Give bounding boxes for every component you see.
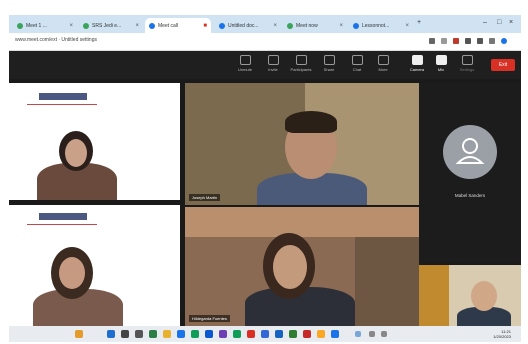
share-screen-icon <box>323 55 335 65</box>
video-tile-participant-1[interactable] <box>9 83 180 200</box>
app-icon[interactable] <box>191 330 199 338</box>
app-icon[interactable] <box>233 330 241 338</box>
participant-name-tag: Joseph Martin <box>189 194 221 201</box>
volume-icon[interactable] <box>381 331 387 337</box>
wall-logo <box>27 213 97 227</box>
share-button[interactable]: Share <box>317 55 341 72</box>
mic-off-icon <box>239 55 251 65</box>
exit-meeting-button[interactable]: Exit <box>491 59 515 71</box>
app-icon[interactable] <box>303 330 311 338</box>
tab-label: Lessonnot... <box>362 22 390 29</box>
app-icon[interactable] <box>289 330 297 338</box>
tab-label: Meet now <box>296 22 318 29</box>
camera-icon <box>411 55 423 65</box>
search-icon[interactable] <box>121 330 129 338</box>
chat-icon <box>351 55 363 65</box>
weather-icon[interactable] <box>75 330 83 338</box>
browser-tab[interactable]: Untitled doc... × <box>215 18 281 33</box>
close-icon[interactable]: × <box>273 23 277 29</box>
settings-button[interactable]: Settings <box>455 55 479 72</box>
video-tile-participant-2[interactable]: Joseph Martin <box>185 83 419 205</box>
tab-label: Meet 1 ... <box>26 22 47 29</box>
avatar <box>443 125 497 179</box>
browser-icon[interactable] <box>177 330 185 338</box>
video-tile-participant-6[interactable] <box>419 265 521 326</box>
video-tile-participant-4[interactable] <box>9 205 180 326</box>
browser-tab-bar: Meet 1 ... × SRS Jedi e... × Meet call ■… <box>9 15 521 33</box>
taskbar: 11:21 1/20/2023 <box>9 326 521 342</box>
invite-button[interactable]: Invite <box>261 55 285 72</box>
video-tile-avatar[interactable]: Mabel Sanders <box>419 83 521 263</box>
app-icon[interactable] <box>219 330 227 338</box>
screen: Meet 1 ... × SRS Jedi e... × Meet call ■… <box>9 15 521 342</box>
tab-favicon-icon <box>149 22 155 29</box>
user-icon <box>455 138 485 164</box>
folder-icon[interactable] <box>163 330 171 338</box>
close-icon[interactable]: × <box>405 23 409 29</box>
app-icon[interactable] <box>275 330 283 338</box>
people-icon <box>295 55 307 65</box>
sidebar-icon[interactable] <box>489 38 495 44</box>
cloud-icon[interactable] <box>355 331 361 337</box>
tab-label: SRS Jedi e... <box>92 22 122 29</box>
tab-label: Meet call <box>158 22 179 29</box>
browser-tab[interactable]: Meet 1 ... × <box>13 18 77 33</box>
minimize-icon[interactable]: – <box>483 19 487 26</box>
chat-button[interactable]: Chat <box>345 55 369 72</box>
add-person-icon <box>267 55 279 65</box>
new-tab-icon[interactable]: + <box>417 19 421 26</box>
camera-button[interactable]: Camera <box>405 55 429 72</box>
app-icon[interactable] <box>261 330 269 338</box>
browser-tab[interactable]: Lessonnot... × <box>349 18 413 33</box>
profile-avatar-icon[interactable] <box>501 38 507 44</box>
participants-button[interactable]: Participants <box>289 55 313 72</box>
start-icon[interactable] <box>107 330 115 338</box>
mic-button[interactable]: Mic <box>429 55 453 72</box>
close-icon[interactable]: ■ <box>203 23 207 29</box>
share-icon[interactable] <box>441 38 447 44</box>
gear-icon <box>461 55 473 65</box>
tab-favicon-icon <box>83 22 89 29</box>
extensions-icon[interactable] <box>477 38 483 44</box>
meeting-toolbar: Unmute Invite Participants Share Chat Mo… <box>9 51 521 79</box>
tab-favicon-icon <box>17 22 23 29</box>
browser-tab[interactable]: Meet now × <box>283 18 347 33</box>
address-bar: www.meet.com/ext · Untitled settings <box>9 33 521 51</box>
app-icon[interactable] <box>317 330 325 338</box>
browser-tab-active[interactable]: Meet call ■ <box>145 18 211 33</box>
close-window-icon[interactable]: × <box>509 19 513 26</box>
app-icon[interactable] <box>331 330 339 338</box>
record-icon[interactable] <box>453 38 459 44</box>
tab-favicon-icon <box>287 22 293 29</box>
task-view-icon[interactable] <box>135 330 143 338</box>
maximize-icon[interactable]: □ <box>497 19 501 26</box>
wall-logo <box>27 93 97 107</box>
microphone-icon <box>435 55 447 65</box>
bookmark-icon[interactable] <box>465 38 471 44</box>
cast-icon[interactable] <box>429 38 435 44</box>
more-icon <box>377 55 389 65</box>
app-icon[interactable] <box>247 330 255 338</box>
app-icon[interactable] <box>149 330 157 338</box>
system-clock[interactable]: 11:21 1/20/2023 <box>493 329 511 339</box>
video-tile-participant-5[interactable]: Hildegarda Fuentes <box>185 207 419 326</box>
more-button[interactable]: More <box>371 55 395 72</box>
app-icon[interactable] <box>205 330 213 338</box>
tab-favicon-icon <box>353 22 359 29</box>
close-icon[interactable]: × <box>69 23 73 29</box>
close-icon[interactable]: × <box>339 23 343 29</box>
wifi-icon[interactable] <box>369 331 375 337</box>
participant-name-tag: Hildegarda Fuentes <box>189 315 230 322</box>
unmute-button[interactable]: Unmute <box>233 55 257 72</box>
tab-favicon-icon <box>219 22 225 29</box>
tab-label: Untitled doc... <box>228 22 259 29</box>
avatar-name: Mabel Sanders <box>454 193 486 198</box>
url-field[interactable]: www.meet.com/ext · Untitled settings <box>15 37 97 43</box>
browser-tab[interactable]: SRS Jedi e... × <box>79 18 143 33</box>
close-icon[interactable]: × <box>135 23 139 29</box>
